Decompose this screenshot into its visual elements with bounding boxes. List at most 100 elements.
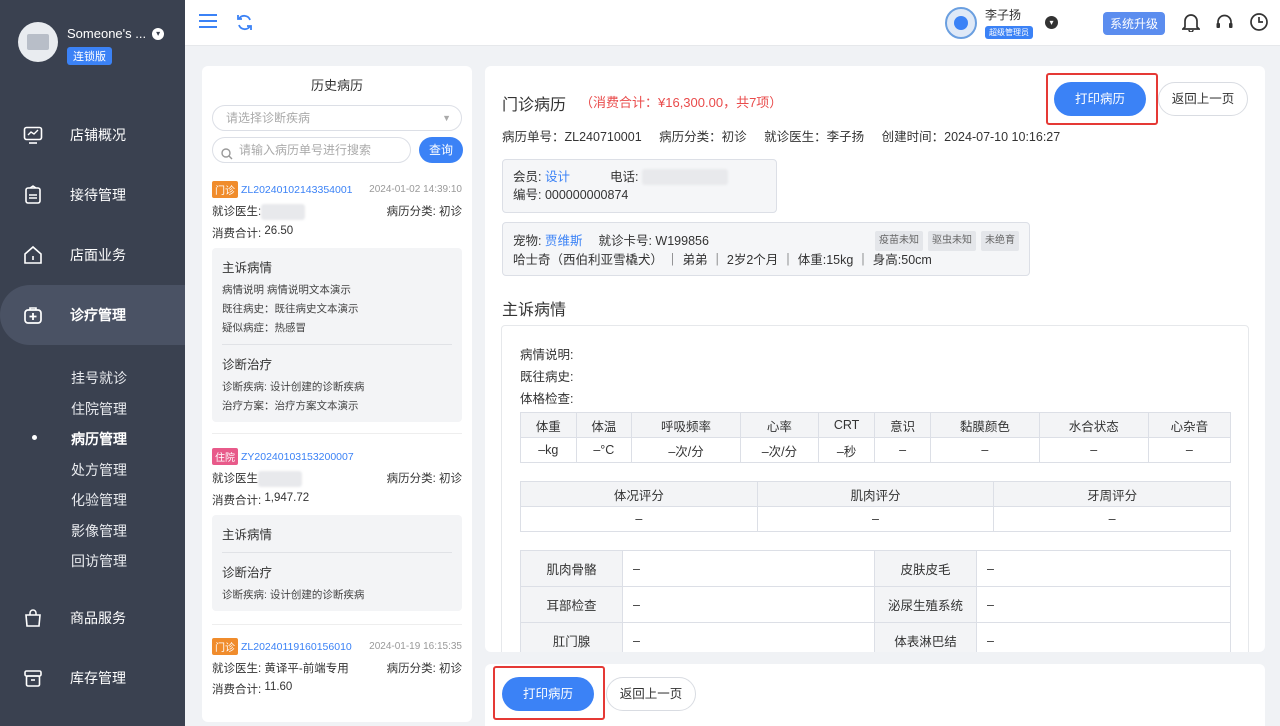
record-type-tag: 门诊 bbox=[212, 181, 238, 198]
history-record[interactable]: 门诊 ZL20240119160156010 2024-01-19 16:15:… bbox=[212, 638, 462, 697]
record-number[interactable]: ZL20240102143354001 bbox=[241, 184, 353, 196]
table-key: 皮肤皮毛 bbox=[874, 550, 977, 587]
home-icon bbox=[22, 244, 44, 266]
monitor-icon bbox=[22, 124, 44, 146]
table-cell: – bbox=[622, 586, 875, 623]
category-label: 病历分类: bbox=[386, 473, 436, 485]
print-record-button[interactable]: 打印病历 bbox=[1054, 82, 1146, 116]
record-number[interactable]: ZY20240103153200007 bbox=[241, 451, 354, 463]
redacted-phone bbox=[642, 169, 729, 185]
user-menu[interactable]: 李子扬 超级管理员 ▾ bbox=[945, 6, 1058, 39]
brand-name: Someone's ... bbox=[67, 26, 147, 41]
table-cell: – bbox=[976, 622, 1231, 652]
nav-store-business[interactable]: 店面业务 bbox=[0, 225, 185, 285]
medkit-icon bbox=[22, 304, 44, 326]
table-cell: – bbox=[520, 506, 758, 532]
nav-clinic-management[interactable]: 诊疗管理 bbox=[0, 285, 185, 345]
table-cell: – bbox=[1147, 437, 1232, 463]
consumption-total: （消费合计：¥16,300.00，共7项） bbox=[580, 95, 783, 110]
exam-panel: 病情说明: 既往病史: 体格检查: 体重 体温 呼吸频率 心率 CRT 意识 黏… bbox=[501, 325, 1249, 652]
active-dot bbox=[32, 435, 37, 440]
subnav-lab-tests[interactable]: 化验管理 bbox=[71, 490, 127, 510]
avatar bbox=[945, 6, 977, 39]
bell-icon[interactable] bbox=[1180, 12, 1202, 35]
nav-store-overview[interactable]: 店铺概况 bbox=[0, 105, 185, 165]
table-key: 肌肉骨骼 bbox=[520, 550, 623, 587]
history-record[interactable]: 门诊 ZL20240102143354001 2024-01-02 14:39:… bbox=[212, 181, 462, 422]
menu-icon[interactable] bbox=[199, 13, 217, 32]
table-header: 牙周评分 bbox=[993, 481, 1231, 507]
table-header: CRT bbox=[817, 412, 876, 438]
physical-exam-label: 体格检查: bbox=[520, 392, 574, 406]
user-name: 李子扬 bbox=[985, 8, 1022, 22]
nav-label: 接待管理 bbox=[70, 187, 126, 203]
record-time: 2024-01-19 16:15:35 bbox=[369, 641, 462, 652]
nav-reception[interactable]: 接待管理 bbox=[0, 165, 185, 225]
print-record-button[interactable]: 打印病历 bbox=[502, 677, 594, 711]
back-button[interactable]: 返回上一页 bbox=[606, 677, 696, 711]
complaint-line: 疑似病症：热感冒 bbox=[222, 321, 306, 334]
phone-label: 电话: bbox=[609, 170, 639, 184]
table-cell: – bbox=[756, 506, 995, 532]
pet-detail: 哈士奇（西伯利亚雪橇犬） ｜ 弟弟 ｜ 2岁2个月 ｜ 体重:15kg ｜ 身高… bbox=[513, 253, 932, 267]
treatment-title: 诊断治疗 bbox=[222, 357, 273, 372]
category-value: 初诊 bbox=[439, 663, 462, 675]
record-time: 2024-01-02 14:39:10 bbox=[369, 184, 462, 195]
headset-icon[interactable] bbox=[1215, 13, 1234, 35]
disease-select[interactable]: 请选择诊断疾病 ▼ bbox=[212, 105, 462, 131]
table-cell: –°C bbox=[575, 437, 633, 463]
category-label: 病历分类: bbox=[386, 663, 436, 675]
total-value: 1,947.72 bbox=[264, 491, 310, 504]
table-key: 肛门腺 bbox=[520, 622, 623, 652]
table-cell: –次/分 bbox=[631, 437, 742, 463]
score-table: 体况评分 肌肉评分 牙周评分 – – – bbox=[520, 481, 1231, 532]
pet-info: 宠物: 贾维斯 就诊卡号: W199856 疫苗未知 驱虫未知 未绝育 哈士奇（… bbox=[502, 222, 1030, 276]
history-record[interactable]: 住院 ZY20240103153200007 就诊医生 病历分类: 初诊 消费合… bbox=[212, 448, 462, 611]
treatment-line: 诊断疾病: 设计创建的诊断疾病 bbox=[222, 588, 365, 601]
table-header: 体温 bbox=[575, 412, 633, 438]
subnav-medical-records[interactable]: 病历管理 bbox=[71, 429, 127, 449]
table-cell: – bbox=[1038, 437, 1149, 463]
bottom-action-bar: 打印病历 返回上一页 bbox=[485, 664, 1265, 726]
table-key: 体表淋巴结 bbox=[874, 622, 977, 652]
store-logo bbox=[18, 22, 58, 62]
record-number: 病历单号：ZL240710001 bbox=[502, 130, 642, 144]
table-cell: – bbox=[929, 437, 1040, 463]
chevron-down-icon[interactable]: ▾ bbox=[1045, 16, 1058, 29]
back-button[interactable]: 返回上一页 bbox=[1158, 82, 1248, 116]
record-number[interactable]: ZL20240119160156010 bbox=[241, 641, 352, 653]
subnav-follow-up[interactable]: 回访管理 bbox=[71, 551, 127, 571]
divider bbox=[222, 343, 452, 345]
refresh-icon[interactable] bbox=[236, 14, 253, 34]
subnav-prescriptions[interactable]: 处方管理 bbox=[71, 460, 127, 480]
table-header: 呼吸频率 bbox=[631, 412, 742, 438]
table-header: 肌肉评分 bbox=[756, 481, 995, 507]
brand[interactable]: Someone's ... ▾ 连锁版 bbox=[18, 22, 165, 65]
clock-icon[interactable] bbox=[1249, 12, 1269, 35]
query-button[interactable]: 查询 bbox=[419, 137, 463, 163]
nav-inventory[interactable]: 库存管理 bbox=[0, 648, 185, 708]
nav-goods-services[interactable]: 商品服务 bbox=[0, 588, 185, 648]
total-value: 26.50 bbox=[264, 224, 294, 237]
card-number: 就诊卡号: W199856 bbox=[598, 234, 709, 248]
doctor-label: 就诊医生 bbox=[212, 206, 258, 218]
subnav-registration[interactable]: 挂号就诊 bbox=[71, 368, 127, 388]
subnav-inpatient[interactable]: 住院管理 bbox=[71, 399, 127, 419]
record-search-input[interactable]: 请输入病历单号进行搜索 bbox=[212, 137, 411, 163]
neuter-status-tag: 未绝育 bbox=[981, 231, 1019, 251]
section-title: 主诉病情 bbox=[502, 302, 567, 319]
chevron-down-icon[interactable]: ▾ bbox=[152, 27, 165, 40]
search-icon bbox=[221, 144, 233, 168]
member-name[interactable]: 设计 bbox=[545, 168, 570, 186]
table-cell: –kg bbox=[520, 437, 577, 463]
nav-label: 诊疗管理 bbox=[70, 307, 126, 323]
upgrade-button[interactable]: 系统升级 bbox=[1103, 12, 1166, 35]
top-header: 李子扬 超级管理员 ▾ 系统升级 bbox=[185, 0, 1280, 46]
page-title: 门诊病历 bbox=[502, 97, 567, 114]
caret-down-icon: ▼ bbox=[442, 113, 451, 123]
subnav-imaging[interactable]: 影像管理 bbox=[71, 521, 127, 541]
pet-name[interactable]: 贾维斯 bbox=[545, 232, 583, 250]
select-placeholder: 请选择诊断疾病 bbox=[226, 111, 311, 125]
record-created-time: 创建时间：2024-07-10 10:16:27 bbox=[881, 130, 1061, 144]
past-history-label: 既往病史: bbox=[520, 370, 574, 384]
